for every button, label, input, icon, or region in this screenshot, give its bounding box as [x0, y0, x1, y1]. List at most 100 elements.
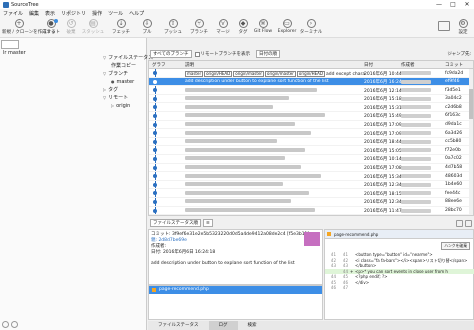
- commit-message: add description under button to explane …: [151, 261, 295, 266]
- commit-node-icon: [153, 88, 157, 93]
- commit-description: [185, 122, 365, 128]
- table-row[interactable]: 2016年6月 12:34 88ee6e: [149, 198, 473, 207]
- discard-hunk-button[interactable]: ハンクを破棄: [441, 242, 470, 250]
- col-date[interactable]: 日付: [364, 62, 373, 68]
- table-row[interactable]: 2016年6月 15:34 48603d: [149, 172, 473, 181]
- commit-rows: master origin/HEAD origin/master origin/mas…: [149, 69, 473, 216]
- diff-code: </button>: [355, 263, 377, 268]
- menu-actions[interactable]: 操作: [92, 10, 102, 17]
- menu-edit[interactable]: 編集: [29, 10, 39, 17]
- push-button[interactable]: ⇧ プッシュ: [160, 19, 186, 37]
- branch-filter-select[interactable]: すべてのブランチ: [150, 50, 192, 58]
- tab-log[interactable]: ログ: [208, 321, 238, 330]
- view-select[interactable]: ≡: [203, 219, 213, 227]
- redacted-description: [185, 87, 317, 92]
- commit-hash: 48603d: [445, 173, 463, 179]
- fetch-button[interactable]: ↓ フェッチ: [108, 19, 134, 37]
- minimize-button[interactable]: —: [432, 1, 446, 8]
- table-row[interactable]: 2016年6月 15:18 3a04c2: [149, 95, 473, 104]
- terminal-button[interactable]: › ターミナル: [298, 19, 324, 37]
- menu-view[interactable]: 表示: [45, 10, 55, 17]
- table-row[interactable]: 2016年6月 15:49 6f163c: [149, 112, 473, 121]
- col-description[interactable]: 説明: [185, 62, 194, 68]
- checkbox-icon: [194, 51, 200, 57]
- table-row[interactable]: master origin/HEAD origin/master origin/mas…: [149, 69, 473, 78]
- redacted-author: [401, 208, 431, 213]
- filter-bar: すべてのブランチ リモートブランチを表示 日付の順 ジャンプ先:: [148, 49, 474, 59]
- search-icon[interactable]: [456, 219, 463, 227]
- commit-node-icon: [153, 156, 157, 161]
- commit-description: [185, 113, 365, 119]
- close-button[interactable]: ✕: [460, 1, 474, 8]
- sidebar-item-remotes[interactable]: ▽ リモート: [103, 94, 153, 102]
- sidebar-item-origin[interactable]: ▷ origin: [103, 102, 153, 110]
- window-controls: — □ ✕: [432, 1, 474, 8]
- redacted-author: [401, 148, 431, 153]
- table-row[interactable]: add description under button to explane …: [149, 77, 473, 87]
- menu-file[interactable]: ファイル: [3, 10, 23, 17]
- expand-icon: ▽: [103, 95, 107, 100]
- commit-graph: グラフ 説明 日付 作成者 コミット master origin/HEAD orig…: [148, 60, 474, 216]
- col-graph[interactable]: グラフ: [152, 62, 166, 68]
- sidebar-item-branches[interactable]: ▽ ブランチ: [103, 70, 153, 78]
- add-icon[interactable]: [2, 321, 9, 328]
- plus-icon: +: [14, 19, 24, 28]
- maximize-button[interactable]: □: [446, 1, 460, 8]
- commit-description: [185, 173, 365, 180]
- diff-header: page-recommend.php: [325, 230, 473, 239]
- table-row[interactable]: 2016年6月 11:25e4e9d2: [149, 215, 473, 216]
- table-row[interactable]: 2016年6月 10:14 0a7c02: [149, 155, 473, 164]
- commit-node-icon: [153, 113, 157, 118]
- settings-button[interactable]: ⚙ 設定: [454, 19, 472, 37]
- sidebar-item-master[interactable]: ● master: [103, 78, 153, 86]
- file-item[interactable]: page-recommend.php: [149, 286, 322, 294]
- table-row[interactable]: 2016年6月 15:31 c2d6b8: [149, 103, 473, 112]
- scroll-thumb[interactable]: [469, 89, 473, 119]
- commit-node-icon: [153, 182, 157, 187]
- table-row[interactable]: 2016年6月 12:14 f3d5e1: [149, 86, 473, 95]
- table-row[interactable]: 2016年6月 12:34 1b4e60: [149, 181, 473, 190]
- new-clone-button[interactable]: + 新規 / クローンを作成する: [2, 19, 56, 37]
- remote-repo-icon[interactable]: [438, 21, 450, 31]
- sidebar-item-tags[interactable]: ▷ タグ: [103, 86, 153, 94]
- tab-search[interactable]: 検索: [238, 321, 267, 330]
- stash-button[interactable]: ▤ スタッシュ: [80, 19, 106, 37]
- menu-repository[interactable]: リポジトリ: [61, 10, 86, 17]
- gitflow-button[interactable]: ※ Git Flow: [250, 19, 276, 37]
- menu-help[interactable]: ヘルプ: [129, 10, 144, 17]
- commit-hash: d9da1c: [445, 122, 462, 128]
- table-row[interactable]: 2016年6月 11:47 28bc70: [149, 207, 473, 215]
- sidebar-item-working-copy[interactable]: 作業コピー: [103, 62, 153, 70]
- commit-date: 日付: 2016年6月6日 16:24:18: [151, 250, 216, 255]
- redacted-author: [401, 88, 431, 93]
- pull-button[interactable]: ⇩ プル: [134, 19, 160, 37]
- commit-date: 2016年6月 15:34: [364, 174, 402, 180]
- table-row[interactable]: 2016年6月 17:09 6a3d26: [149, 129, 473, 138]
- table-row[interactable]: 2016年6月 17:09 d9da1c: [149, 121, 473, 130]
- sidebar-item-file-status[interactable]: ▽ ファイルステータス: [103, 54, 153, 62]
- table-row[interactable]: 2016年6月 15:05 f72e0b: [149, 146, 473, 155]
- table-row[interactable]: 2016年6月 18:15 fee44c: [149, 189, 473, 198]
- redacted-author: [401, 165, 431, 170]
- redacted-author: [401, 139, 431, 144]
- table-row[interactable]: 2016年6月 17:08 4d7b58: [149, 164, 473, 173]
- order-select[interactable]: 日付の順: [256, 50, 281, 58]
- col-commit[interactable]: コミット: [445, 62, 463, 68]
- options-icon[interactable]: [465, 219, 472, 227]
- branch-combo[interactable]: [1, 40, 19, 49]
- commit-node-icon: [153, 131, 157, 136]
- avatar: [304, 232, 320, 246]
- graph-scrollbar[interactable]: [469, 69, 473, 215]
- gear-icon[interactable]: [11, 321, 18, 328]
- branch-button[interactable]: ⑂ ブランチ: [186, 19, 212, 37]
- menu-tools[interactable]: ツール: [108, 10, 123, 17]
- col-author[interactable]: 作成者: [401, 62, 415, 68]
- modified-file-icon: [327, 232, 331, 236]
- sort-select[interactable]: ファイルステータス順: [150, 219, 201, 227]
- tab-file-status[interactable]: ファイルステータス: [148, 321, 209, 330]
- diff-code: <p>* you can sort events in close user f…: [355, 268, 448, 274]
- show-remote-checkbox[interactable]: リモートブランチを表示: [194, 51, 250, 57]
- branch-tag: origin/HEAD: [296, 70, 325, 77]
- table-row[interactable]: 2016年6月 18:44 cc5b80: [149, 138, 473, 147]
- explorer-button[interactable]: ▭ Explorer: [274, 19, 300, 37]
